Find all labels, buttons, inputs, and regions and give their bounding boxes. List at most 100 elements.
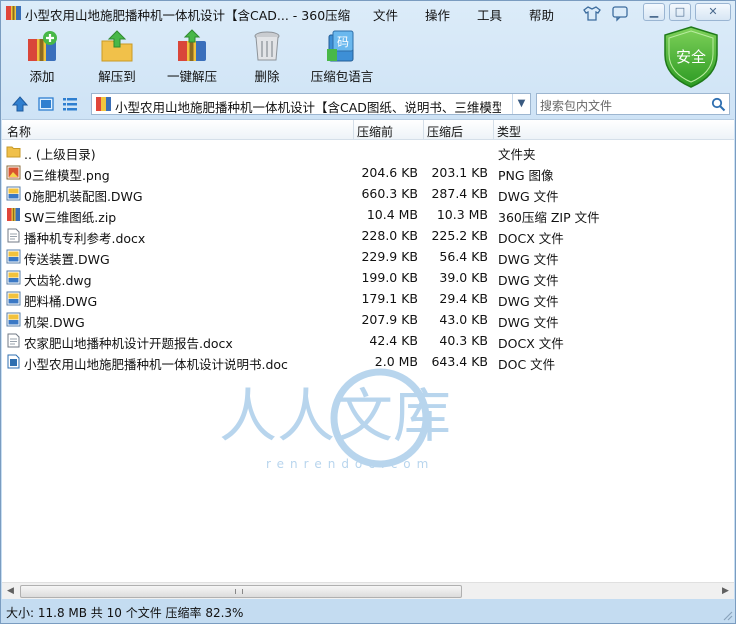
file-packed-size: 204.6 KB [361,165,418,180]
close-button[interactable]: ✕ [695,3,731,21]
window-title: 小型农用山地施肥播种机一体机设计【含CAD... - 360压缩 [25,8,351,23]
list-item[interactable]: 0三维模型.png 204.6 KB 203.1 KB PNG 图像 [2,162,734,183]
scrollbar-thumb[interactable] [20,585,462,598]
column-divider[interactable] [493,120,494,140]
one-click-extract-label: 一键解压 [166,69,217,84]
archive-language-label: 压缩包语言 [310,69,374,84]
svg-text:码: 码 [337,35,349,49]
extract-to-button[interactable]: 解压到 [82,29,152,89]
trash-icon [254,31,280,61]
file-packed-size: 660.3 KB [361,186,418,201]
column-packed[interactable]: 压缩前 [357,123,393,140]
column-divider[interactable] [353,120,354,140]
list-item[interactable]: 肥料桶.DWG 179.1 KB 29.4 KB DWG 文件 [2,288,734,309]
list-item[interactable]: 农家肥山地播种机设计开题报告.docx 42.4 KB 40.3 KB DOCX… [2,330,734,351]
file-type: 文件夹 [498,147,536,162]
list-item[interactable]: 大齿轮.dwg 199.0 KB 39.0 KB DWG 文件 [2,267,734,288]
file-packed-size: 179.1 KB [361,291,418,306]
one-click-extract-button[interactable]: 一键解压 [157,29,227,89]
address-row: 小型农用山地施肥播种机一体机设计【含CAD图纸、说明书、三维模型】 ▼ 搜索包内… [1,91,735,117]
file-packed-size: 42.4 KB [369,333,418,348]
list-item[interactable]: 小型农用山地施肥播种机一体机设计说明书.doc 2.0 MB 643.4 KB … [2,351,734,372]
menu-help[interactable]: 帮助 [529,5,554,24]
thumbnail-view-icon[interactable] [37,95,55,113]
horizontal-scrollbar[interactable]: ◀ ▶ [2,582,734,599]
list-item[interactable]: 机架.DWG 207.9 KB 43.0 KB DWG 文件 [2,309,734,330]
file-type: DWG 文件 [498,315,559,330]
list-item[interactable]: SW三维图纸.zip 10.4 MB 10.3 MB 360压缩 ZIP 文件 [2,204,734,225]
dwg-file-icon [6,291,21,306]
one-click-extract-icon [178,29,206,61]
toolbar: 添加 解压到 一键解压 删除 码 压缩包语言 [1,25,735,89]
file-name: 0三维模型.png [24,168,110,183]
add-archive-icon [28,31,57,61]
folder-up-icon [6,146,21,158]
file-type: DWG 文件 [498,189,559,204]
zip-file-icon [7,208,20,221]
archive-app-icon [6,6,21,20]
file-compressed-size: 40.3 KB [439,333,488,348]
file-name: .. (上级目录) [24,147,96,162]
security-shield-icon[interactable]: 安全 [661,25,721,89]
add-label: 添加 [29,69,55,84]
file-type: DWG 文件 [498,294,559,309]
scroll-left-icon[interactable]: ◀ [2,583,19,600]
watermark-text: 人人文库 [219,382,451,450]
file-name: 小型农用山地施肥播种机一体机设计说明书.doc [24,357,288,372]
address-dropdown-icon[interactable]: ▼ [512,94,530,114]
menu-tools[interactable]: 工具 [477,5,502,24]
watermark-url: renrendoc.com [266,457,434,471]
file-compressed-size: 643.4 KB [431,354,488,369]
close-icon: ✕ [708,5,718,18]
column-name[interactable]: 名称 [7,123,31,140]
minimize-button[interactable]: ▁ [643,3,665,21]
list-item[interactable]: 传送装置.DWG 229.9 KB 56.4 KB DWG 文件 [2,246,734,267]
file-compressed-size: 43.0 KB [439,312,488,327]
list-item[interactable]: .. (上级目录) 文件夹 [2,141,734,162]
maximize-button[interactable]: □ [669,3,691,21]
file-type: DWG 文件 [498,252,559,267]
list-view-icon[interactable] [61,95,79,113]
app-window: 小型农用山地施肥播种机一体机设计【含CAD... - 360压缩 文件 操作 工… [0,0,736,624]
scroll-grip-icon [235,589,243,594]
menu-operation[interactable]: 操作 [425,5,450,24]
address-bar[interactable]: 小型农用山地施肥播种机一体机设计【含CAD图纸、说明书、三维模型】 ▼ [91,93,531,115]
add-button[interactable]: 添加 [7,29,77,89]
renrendoc-watermark: 人人文库 renrendoc.com [219,368,451,471]
scroll-right-icon[interactable]: ▶ [717,583,734,600]
up-arrow-icon[interactable] [11,95,29,113]
search-icon[interactable] [711,97,726,112]
status-bar: 大小: 11.8 MB 共 10 个文件 压缩率 82.3% [1,600,735,623]
column-compressed[interactable]: 压缩后 [427,123,463,140]
file-packed-size: 2.0 MB [374,354,418,369]
dwg-file-icon [6,270,21,285]
png-file-icon [6,165,21,180]
search-input[interactable]: 搜索包内文件 [536,93,730,115]
archive-language-button[interactable]: 码 压缩包语言 [305,29,379,89]
list-item[interactable]: 0施肥机装配图.DWG 660.3 KB 287.4 KB DWG 文件 [2,183,734,204]
list-item[interactable]: 播种机专利参考.docx 228.0 KB 225.2 KB DOCX 文件 [2,225,734,246]
file-type: DWG 文件 [498,273,559,288]
file-compressed-size: 203.1 KB [431,165,488,180]
file-compressed-size: 225.2 KB [431,228,488,243]
menu-file[interactable]: 文件 [373,5,398,24]
column-divider[interactable] [423,120,424,140]
doc-file-icon [7,354,20,369]
file-packed-size: 199.0 KB [361,270,418,285]
file-compressed-size: 29.4 KB [439,291,488,306]
file-type: PNG 图像 [498,168,554,183]
delete-label: 删除 [254,69,280,84]
file-name: SW三维图纸.zip [24,210,117,225]
security-badge-text: 安全 [676,48,706,66]
resize-grip-icon[interactable] [721,609,733,621]
file-type: DOCX 文件 [498,336,564,351]
skin-shirt-icon[interactable] [583,4,601,22]
file-list[interactable]: 名称 压缩前 压缩后 类型 .. (上级目录) 文件夹 0三维模型.png 20… [2,119,734,599]
delete-button[interactable]: 删除 [232,29,302,89]
feedback-icon[interactable] [611,4,629,22]
list-header: 名称 压缩前 压缩后 类型 [2,120,734,140]
column-type[interactable]: 类型 [497,123,521,140]
file-type: DOCX 文件 [498,231,564,246]
file-packed-size: 10.4 MB [366,207,418,222]
archive-path-icon [96,97,111,111]
